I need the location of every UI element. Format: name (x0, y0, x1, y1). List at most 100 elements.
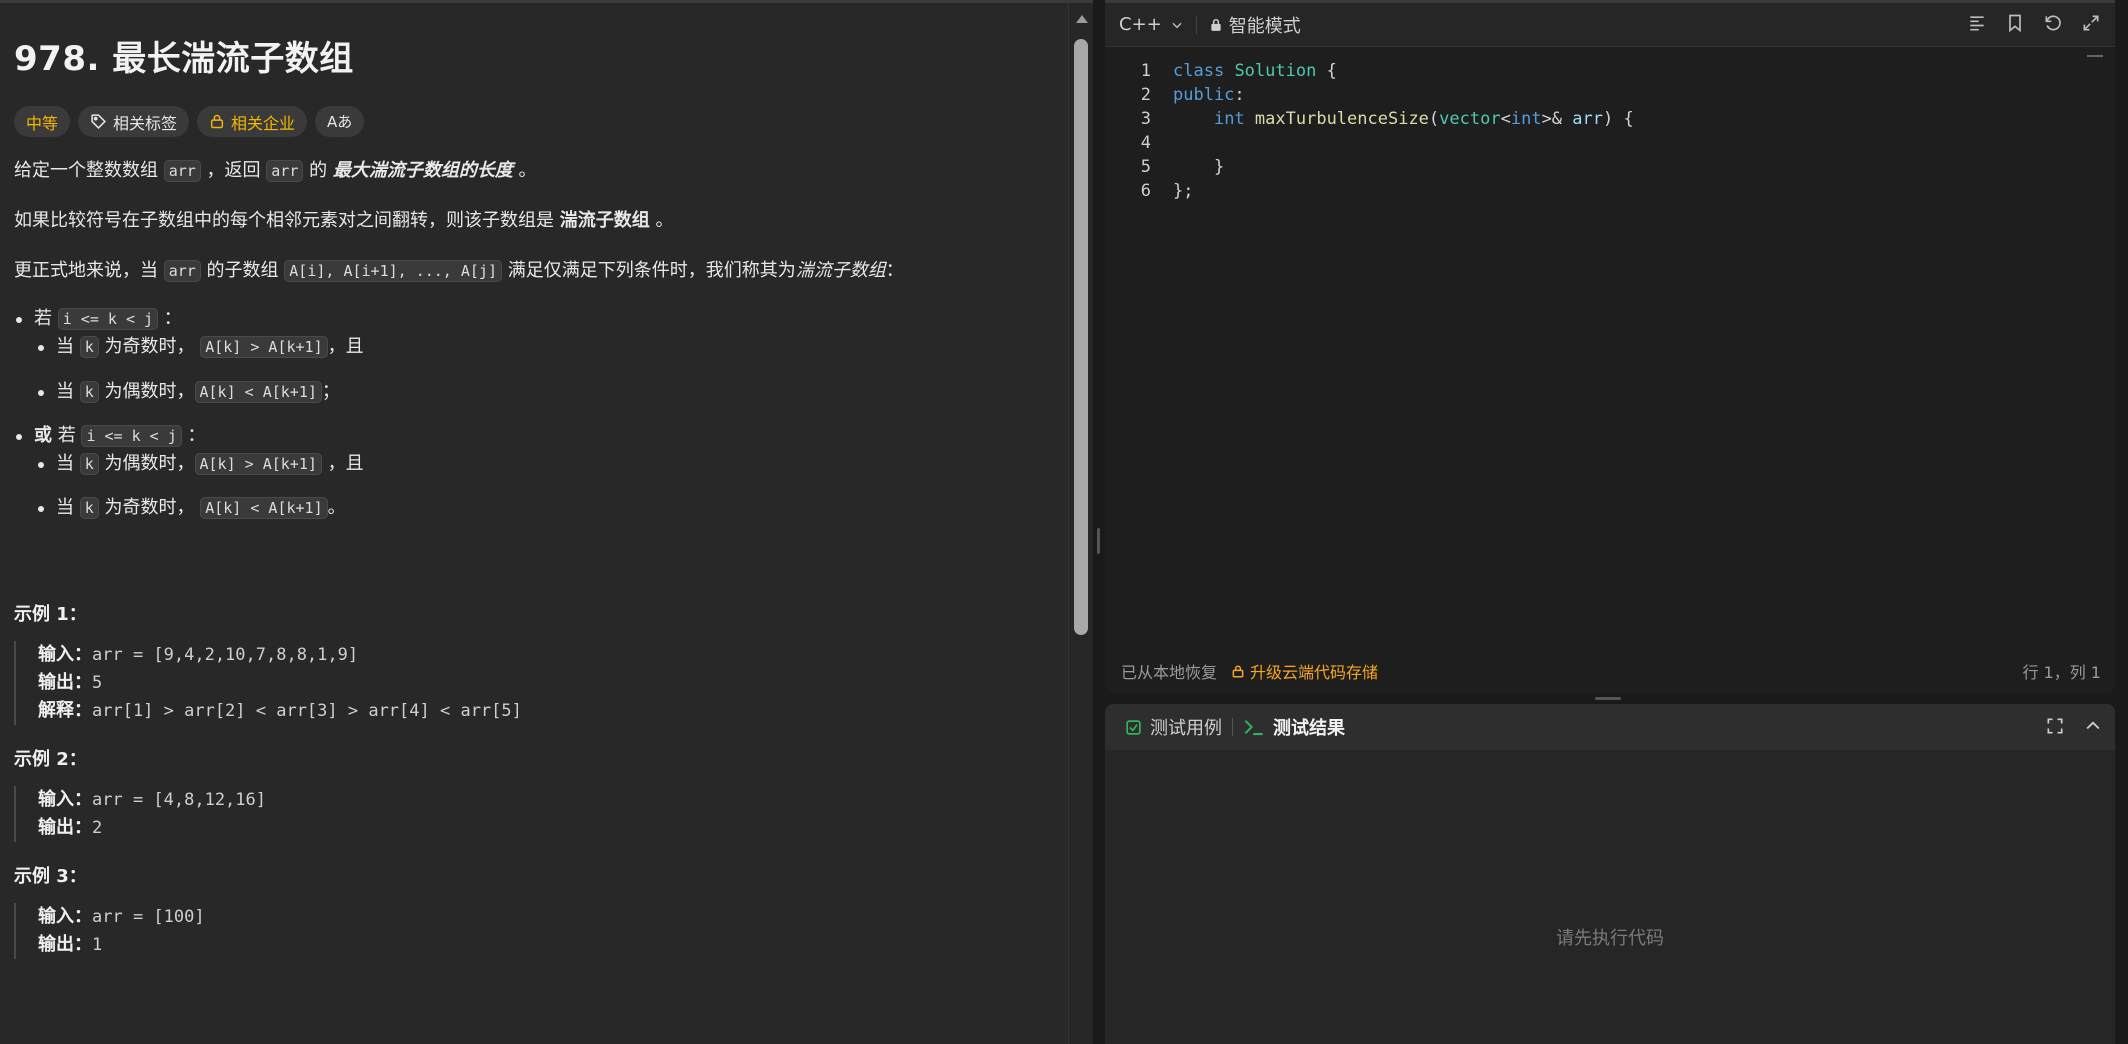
example-line: 输入：arr = [9,4,2,10,7,8,8,1,9] (38, 641, 1054, 669)
chevron-down-icon (1172, 22, 1182, 28)
test-panel-actions (2045, 716, 2103, 736)
related-tags-label: 相关标签 (113, 113, 178, 133)
line-number: 3 (1140, 109, 1151, 129)
emphasis: 最大湍流子数组的长度 (332, 160, 513, 181)
chevron-up-icon[interactable] (2083, 716, 2103, 736)
keyword: int (1213, 109, 1245, 129)
punct: : (1234, 85, 1245, 105)
example-key: 输入： (38, 644, 92, 665)
reset-icon[interactable] (2043, 13, 2063, 33)
inline-code: A[k] < A[k+1] (194, 381, 322, 403)
example-line: 输出：2 (38, 814, 1054, 842)
keyword: int (1510, 109, 1542, 129)
test-panel: 测试用例 测试结果 请先执行代码 (1105, 704, 2115, 1044)
problem-panel: 978. 最长湍流子数组 中等 相关标签 相关企业 Aあ 给定一个整数数组 ar… (0, 0, 1093, 1044)
tab-test-cases[interactable]: 测试用例 (1125, 714, 1222, 740)
text: ，返回 (200, 160, 267, 181)
code-line: 4 (1105, 131, 2115, 155)
code-line: 2 public: (1105, 83, 2115, 107)
resize-grip[interactable] (1097, 528, 1100, 554)
problem-content: 978. 最长湍流子数组 中等 相关标签 相关企业 Aあ 给定一个整数数组 ar… (14, 31, 1054, 959)
sub-condition-list: 当 k 为偶数时， A[k] > A[k+1] ，且 当 k 为奇数时， A[k]… (34, 450, 1054, 522)
emphasis: 湍流子数组 (795, 260, 886, 281)
scroll-up-arrow-icon[interactable] (1076, 15, 1088, 23)
example-value: 1 (92, 935, 103, 955)
text: 。 (512, 160, 537, 181)
text: 当 (56, 497, 80, 518)
example-1-block: 输入：arr = [9,4,2,10,7,8,8,1,9] 输出：5 解释：ar… (14, 641, 1054, 725)
problem-title: 978. 最长湍流子数组 (14, 39, 354, 79)
related-companies-button[interactable]: 相关企业 (197, 106, 308, 137)
upgrade-storage-link[interactable]: 升级云端代码存储 (1231, 659, 1378, 683)
example-2-title: 示例 2： (14, 749, 87, 770)
type-name: vector (1439, 109, 1501, 129)
code-text: public: (1173, 83, 1245, 107)
tag-row: 中等 相关标签 相关企业 Aあ (14, 106, 1054, 137)
text: 的 (303, 160, 333, 181)
inline-code: k (79, 336, 99, 358)
example-value: arr = [100] (92, 907, 205, 927)
code-line: 3 int maxTurbulenceSize(vector<int>& arr… (1105, 107, 2115, 131)
text: ，且 (321, 453, 364, 474)
function-name: maxTurbulenceSize (1254, 109, 1429, 129)
example-line: 解释：arr[1] > arr[2] < arr[3] > arr[4] < a… (38, 697, 1054, 725)
example-key: 输出： (38, 817, 92, 838)
horizontal-resize-grip[interactable] (1595, 697, 1621, 700)
text: 更正式地来说，当 (14, 260, 164, 281)
inline-code: i <= k < j (57, 308, 159, 330)
example-key: 输出： (38, 934, 92, 955)
code-area[interactable]: 1 class Solution { 2 public: 3 int maxTu… (1105, 59, 2115, 203)
inline-code: k (79, 381, 99, 403)
line-number: 4 (1140, 133, 1151, 153)
minimap[interactable] (2087, 55, 2103, 57)
text: 若 (34, 308, 58, 329)
text: 如果比较符号在子数组中的每个相邻元素对之间翻转，则该子数组是 (14, 210, 560, 231)
inline-code: k (79, 453, 99, 475)
expand-icon[interactable] (2081, 13, 2101, 33)
sub-condition: 当 k 为奇数时， A[k] > A[k+1] ，且 (34, 333, 1054, 361)
tab-test-results[interactable]: 测试结果 (1243, 714, 1345, 740)
scrollbar-thumb[interactable] (1074, 39, 1088, 635)
sub-condition: 当 k 为偶数时， A[k] > A[k+1] ，且 (34, 450, 1054, 478)
text: 给定一个整数数组 (14, 160, 164, 181)
window-edge (2115, 0, 2128, 1044)
example-key: 解释： (38, 700, 92, 721)
language-selector[interactable]: C++ (1119, 14, 1184, 35)
problem-scrollbar[interactable] (1068, 3, 1093, 1044)
tab-label: 测试用例 (1150, 718, 1222, 739)
text: 当 (56, 453, 80, 474)
text: 。 (327, 497, 346, 518)
difficulty-badge[interactable]: 中等 (14, 106, 71, 137)
code-line: 1 class Solution { (1105, 59, 2115, 83)
smart-mode-toggle[interactable]: 智能模式 (1209, 12, 1301, 38)
line-number: 5 (1140, 157, 1151, 177)
example-key: 输入： (38, 906, 92, 927)
bookmark-icon[interactable] (2005, 13, 2025, 33)
fullscreen-icon[interactable] (2045, 716, 2065, 736)
translate-button[interactable]: Aあ (315, 106, 365, 137)
panel-resize-handle[interactable] (1093, 0, 1105, 1044)
line-number: 1 (1140, 61, 1151, 81)
text: 的子数组 (200, 260, 285, 281)
translate-icon: Aあ (327, 113, 353, 131)
line-number: 2 (1140, 85, 1151, 105)
terminal-icon (1244, 719, 1263, 736)
example-value: arr[1] > arr[2] < arr[3] > arr[4] < arr[… (92, 701, 522, 721)
sub-condition: 当 k 为奇数时， A[k] < A[k+1]。 (34, 494, 1054, 522)
param-name: arr (1572, 109, 1603, 129)
example-3-block: 输入：arr = [100] 输出：1 (14, 903, 1054, 959)
line-number: 6 (1140, 181, 1151, 201)
difficulty-label: 中等 (26, 113, 59, 133)
lock-icon (210, 114, 224, 129)
related-tags-button[interactable]: 相关标签 (78, 106, 190, 137)
bold-term: 或 (34, 425, 52, 446)
format-icon[interactable] (1967, 13, 1987, 33)
empty-result-message: 请先执行代码 (1556, 928, 1664, 949)
editor-toolbar: C++ 智能模式 (1105, 3, 2115, 47)
text: ； (321, 381, 340, 402)
code-line: 6 }; (1105, 179, 2115, 203)
language-label: C++ (1119, 14, 1162, 35)
text: 。 (649, 210, 674, 231)
example-key: 输入： (38, 789, 92, 810)
